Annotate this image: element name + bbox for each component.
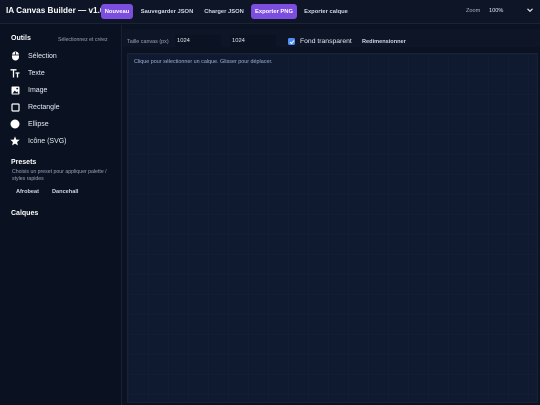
- save-json-button[interactable]: Sauvegarder JSON: [137, 4, 197, 19]
- tool-label: Rectangle: [28, 103, 60, 111]
- resize-button[interactable]: Redimensionner: [362, 39, 406, 45]
- zoom-label: Zoom: [466, 8, 481, 14]
- canvas-area[interactable]: Clique pour sélectionner un calque. Glis…: [127, 53, 538, 403]
- transparent-label: Fond transparent: [300, 38, 352, 45]
- layers-title: Calques: [11, 210, 39, 217]
- star-icon: [10, 136, 20, 146]
- check-icon: [289, 39, 294, 44]
- transparent-checkbox[interactable]: [288, 38, 295, 45]
- tools-hint: Sélectionnez et créez: [58, 37, 108, 43]
- canvas-size-label: Taille canvas (px): [127, 39, 169, 45]
- sidebar: Outils Sélectionnez et créez Sélection T…: [0, 25, 122, 405]
- tool-label: Texte: [28, 69, 45, 77]
- tool-label: Sélection: [28, 52, 57, 60]
- new-button[interactable]: Nouveau: [101, 4, 133, 19]
- top-bar: IA Canvas Builder — v1.0 Nouveau Sauvega…: [0, 0, 540, 24]
- tools-title: Outils: [11, 35, 31, 42]
- mouse-icon: [10, 51, 20, 61]
- presets-title: Presets: [11, 159, 37, 166]
- tool-selection[interactable]: Sélection: [10, 49, 118, 63]
- chevron-down-icon[interactable]: [526, 6, 534, 14]
- preset-afrobeat-button[interactable]: Afrobeat: [16, 189, 39, 199]
- export-layer-button[interactable]: Exporter calque: [301, 4, 351, 19]
- image-icon: [10, 85, 20, 95]
- text-icon: [10, 68, 20, 78]
- tool-label: Image: [28, 86, 48, 94]
- presets-description: Choisis un preset pour appliquer palette…: [12, 169, 107, 182]
- canvas-width-input[interactable]: [175, 35, 221, 47]
- main-area: Taille canvas (px) Fond transparent Redi…: [123, 25, 540, 405]
- preset-dancehall-button[interactable]: Dancehall: [52, 189, 78, 199]
- tool-text[interactable]: Texte: [10, 66, 118, 80]
- load-json-button[interactable]: Charger JSON: [201, 4, 247, 19]
- tool-rectangle[interactable]: Rectangle: [10, 100, 118, 114]
- canvas-height-input[interactable]: [230, 35, 276, 47]
- tool-ellipse[interactable]: Ellipse: [10, 117, 118, 131]
- tool-image[interactable]: Image: [10, 83, 118, 97]
- tool-icon-svg[interactable]: Icône (SVG): [10, 134, 118, 148]
- tool-label: Icône (SVG): [28, 137, 67, 145]
- ellipse-icon: [10, 119, 20, 129]
- app-title: IA Canvas Builder — v1.0: [6, 6, 105, 15]
- zoom-select[interactable]: 100%: [489, 8, 503, 14]
- canvas-hint: Clique pour sélectionner un calque. Glis…: [134, 59, 273, 65]
- tool-label: Ellipse: [28, 120, 49, 128]
- rectangle-icon: [10, 102, 20, 112]
- export-png-button[interactable]: Exporter PNG: [251, 4, 297, 19]
